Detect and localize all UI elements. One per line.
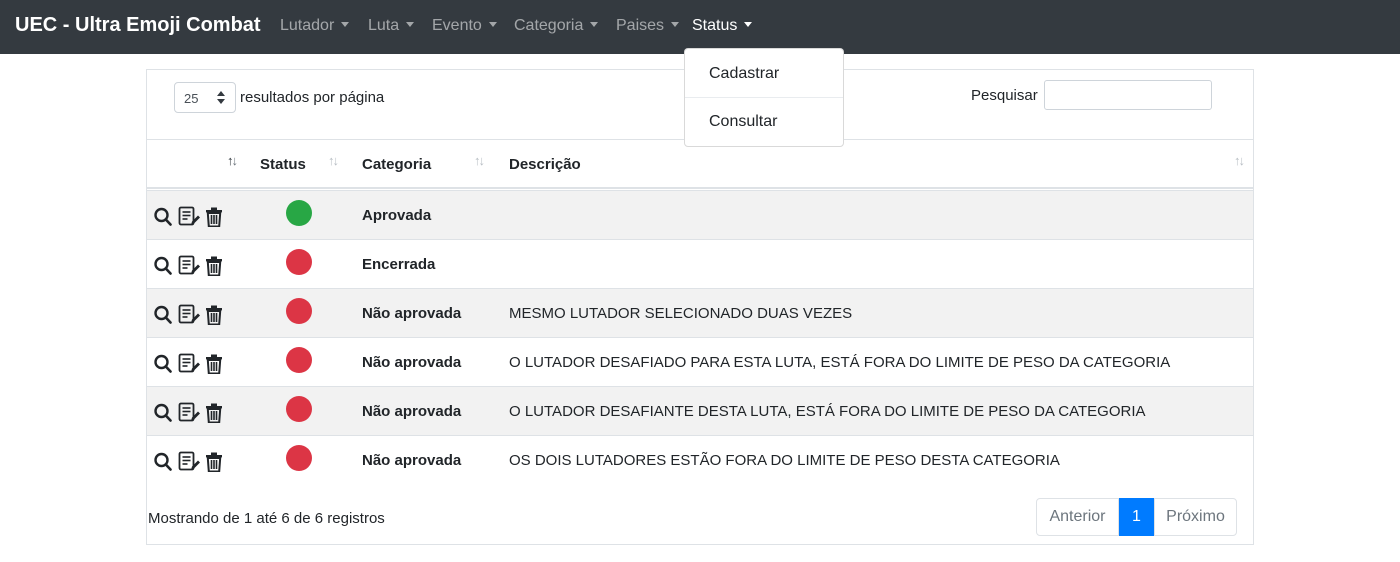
status-dropdown-menu: Cadastrar Consultar bbox=[684, 48, 844, 147]
menu-evento[interactable]: Evento bbox=[432, 17, 497, 35]
caret-down-icon bbox=[406, 22, 415, 27]
cell-categoria: Não aprovada bbox=[362, 403, 462, 420]
status-indicator bbox=[286, 347, 312, 373]
search-icon[interactable] bbox=[154, 403, 172, 423]
menu-luta[interactable]: Luta bbox=[368, 17, 415, 35]
search-label: Pesquisar bbox=[971, 87, 1038, 104]
search-icon[interactable] bbox=[154, 354, 172, 374]
table-row: Não aprovada O LUTADOR DESAFIANTE DESTA L… bbox=[147, 386, 1253, 435]
status-indicator bbox=[286, 200, 312, 226]
cell-categoria: Encerrada bbox=[362, 256, 436, 273]
menu-categoria[interactable]: Categoria bbox=[514, 17, 599, 35]
table-row: Não aprovada O LUTADOR DESAFIADO PARA EST… bbox=[147, 337, 1253, 386]
edit-icon[interactable] bbox=[178, 402, 200, 422]
trash-icon[interactable] bbox=[205, 256, 223, 277]
table-row: Encerrada bbox=[147, 239, 1253, 288]
sort-asc-icon[interactable]: ↑↓ bbox=[227, 153, 238, 168]
caret-down-icon bbox=[590, 22, 599, 27]
edit-icon[interactable] bbox=[178, 255, 200, 275]
column-header-categoria[interactable]: Categoria bbox=[362, 156, 431, 173]
menu-label: Lutador bbox=[280, 17, 335, 34]
page-length-value: 25 bbox=[184, 91, 199, 106]
edit-icon[interactable] bbox=[178, 206, 200, 226]
search-input[interactable] bbox=[1044, 80, 1212, 110]
table-info: Mostrando de 1 até 6 de 6 registros bbox=[148, 510, 385, 527]
sort-icon[interactable]: ↑↓ bbox=[474, 153, 485, 168]
page-length-select[interactable]: 25 bbox=[174, 82, 236, 113]
caret-down-icon bbox=[671, 22, 680, 27]
edit-icon[interactable] bbox=[178, 304, 200, 324]
menu-paises[interactable]: Paises bbox=[616, 17, 680, 35]
sort-icon[interactable]: ↑↓ bbox=[1234, 153, 1245, 168]
status-indicator bbox=[286, 396, 312, 422]
table-row: Aprovada bbox=[147, 190, 1253, 239]
menu-lutador[interactable]: Lutador bbox=[280, 17, 350, 35]
pagination-previous[interactable]: Anterior bbox=[1036, 498, 1119, 536]
dropdown-item-cadastrar[interactable]: Cadastrar bbox=[685, 49, 843, 97]
cell-categoria: Não aprovada bbox=[362, 305, 462, 322]
page-length-label: resultados por página bbox=[240, 89, 385, 106]
trash-icon[interactable] bbox=[205, 452, 223, 473]
column-header-descricao[interactable]: Descrição bbox=[509, 156, 581, 173]
edit-icon[interactable] bbox=[178, 353, 200, 373]
search-icon[interactable] bbox=[154, 207, 172, 227]
sort-icon[interactable]: ↑↓ bbox=[328, 153, 339, 168]
cell-descricao: O LUTADOR DESAFIADO PARA ESTA LUTA, ESTÁ… bbox=[509, 354, 1171, 371]
status-indicator bbox=[286, 249, 312, 275]
trash-icon[interactable] bbox=[205, 305, 223, 326]
status-indicator bbox=[286, 298, 312, 324]
cell-descricao: O LUTADOR DESAFIANTE DESTA LUTA, ESTÁ FO… bbox=[509, 403, 1146, 420]
navbar: UEC - Ultra Emoji Combat Lutador Luta Ev… bbox=[0, 0, 1400, 54]
cell-categoria: Não aprovada bbox=[362, 452, 462, 469]
status-indicator bbox=[286, 445, 312, 471]
dropdown-item-consultar[interactable]: Consultar bbox=[685, 98, 843, 146]
select-arrows-icon bbox=[217, 91, 225, 105]
pagination-next[interactable]: Próximo bbox=[1154, 498, 1237, 536]
caret-down-icon bbox=[341, 22, 350, 27]
menu-status[interactable]: Status bbox=[692, 17, 753, 35]
search-icon[interactable] bbox=[154, 256, 172, 276]
cell-descricao: OS DOIS LUTADORES ESTÃO FORA DO LIMITE D… bbox=[509, 452, 1060, 469]
trash-icon[interactable] bbox=[205, 354, 223, 375]
trash-icon[interactable] bbox=[205, 207, 223, 228]
menu-label: Status bbox=[692, 17, 738, 34]
menu-label: Luta bbox=[368, 17, 400, 34]
column-header-status[interactable]: Status bbox=[260, 156, 306, 173]
brand-title[interactable]: UEC - Ultra Emoji Combat bbox=[15, 14, 261, 37]
cell-categoria: Não aprovada bbox=[362, 354, 462, 371]
menu-label: Evento bbox=[432, 17, 482, 34]
search-icon[interactable] bbox=[154, 305, 172, 325]
pagination-page-1[interactable]: 1 bbox=[1119, 498, 1154, 536]
edit-icon[interactable] bbox=[178, 451, 200, 471]
cell-categoria: Aprovada bbox=[362, 207, 432, 224]
cell-descricao: MESMO LUTADOR SELECIONADO DUAS VEZES bbox=[509, 305, 853, 322]
table-row: Não aprovada OS DOIS LUTADORES ESTÃO FORA… bbox=[147, 435, 1253, 484]
trash-icon[interactable] bbox=[205, 403, 223, 424]
caret-down-icon bbox=[488, 22, 497, 27]
table-row: Não aprovada MESMO LUTADOR SELECIONADO DU… bbox=[147, 288, 1253, 337]
menu-label: Categoria bbox=[514, 17, 584, 34]
menu-label: Paises bbox=[616, 17, 665, 34]
caret-down-icon bbox=[744, 22, 753, 27]
search-icon[interactable] bbox=[154, 452, 172, 472]
